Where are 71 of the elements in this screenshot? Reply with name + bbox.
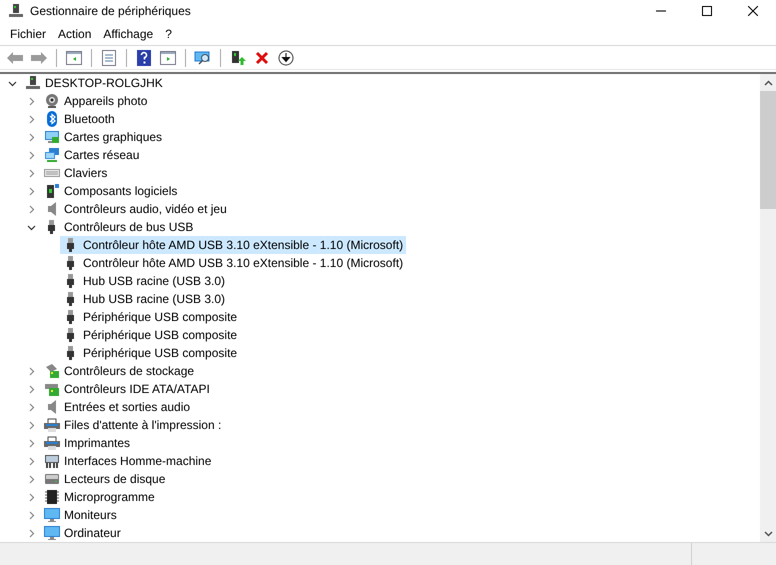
disk-drive-icon xyxy=(44,471,60,487)
tree-item[interactable]: Appareils photo xyxy=(41,92,150,110)
storage-controller-icon xyxy=(44,363,60,379)
close-icon xyxy=(748,6,758,16)
tree-item[interactable]: Périphérique USB composite xyxy=(60,326,240,344)
tree-item[interactable]: Imprimantes xyxy=(41,434,134,452)
webcam-icon xyxy=(44,93,60,109)
chevron-right-icon[interactable] xyxy=(26,474,36,484)
scroll-down-icon[interactable] xyxy=(764,530,772,536)
tree-item[interactable]: Périphérique USB composite xyxy=(60,308,240,326)
tree-item[interactable]: Hub USB racine (USB 3.0) xyxy=(60,272,228,290)
chevron-right-icon[interactable] xyxy=(26,150,36,160)
app-icon xyxy=(8,3,24,19)
scroll-up-icon[interactable] xyxy=(764,80,772,86)
tree-item[interactable]: Contrôleurs de bus USB xyxy=(41,218,196,236)
bluetooth-icon xyxy=(44,111,60,127)
chevron-right-icon[interactable] xyxy=(26,510,36,520)
tree-item[interactable]: Contrôleurs IDE ATA/ATAPI xyxy=(41,380,213,398)
chevron-right-icon[interactable] xyxy=(26,384,36,394)
chevron-right-icon[interactable] xyxy=(26,168,36,178)
tree-item[interactable]: Contrôleurs audio, vidéo et jeu xyxy=(41,200,230,218)
menu-item[interactable]: Action xyxy=(52,24,98,44)
menu-item[interactable]: Fichier xyxy=(4,24,52,44)
tree-item[interactable]: Moniteurs xyxy=(41,506,120,524)
chevron-right-icon[interactable] xyxy=(26,402,36,412)
tree-item[interactable]: Contrôleurs de stockage xyxy=(41,362,198,380)
chevron-right-icon[interactable] xyxy=(26,438,36,448)
menu-item[interactable]: Affichage xyxy=(97,24,160,44)
monitor-icon xyxy=(44,507,60,523)
tree-item[interactable]: Composants logiciels xyxy=(41,182,180,200)
tree-item[interactable]: Cartes réseau xyxy=(41,146,142,164)
chevron-right-icon[interactable] xyxy=(26,96,36,106)
maximize-icon xyxy=(702,6,712,16)
computer-icon xyxy=(25,75,41,91)
monitor-icon xyxy=(44,525,60,541)
tree-item[interactable]: Claviers xyxy=(41,164,110,182)
tree-item[interactable]: Entrées et sorties audio xyxy=(41,398,194,416)
tree-item[interactable]: DESKTOP-ROLGJHK xyxy=(22,74,166,92)
window-title: Gestionnaire de périphériques xyxy=(30,4,191,18)
tree-item[interactable]: Contrôleur hôte AMD USB 3.10 eXtensible - 1.10 (Microsoft) xyxy=(60,254,406,272)
tree-item[interactable]: Lecteurs de disque xyxy=(41,470,168,488)
tree-item[interactable]: Microprogramme xyxy=(41,488,158,506)
component-icon xyxy=(44,183,60,199)
chevron-right-icon[interactable] xyxy=(26,114,36,124)
tree-item[interactable]: Hub USB racine (USB 3.0) xyxy=(60,290,228,308)
chevron-right-icon[interactable] xyxy=(26,420,36,430)
display-adapter-icon xyxy=(44,129,60,145)
tree-item[interactable]: Cartes graphiques xyxy=(41,128,166,146)
printer-icon xyxy=(44,417,60,433)
chevron-down-icon[interactable] xyxy=(8,78,16,88)
chevron-right-icon[interactable] xyxy=(26,528,36,538)
tree-item[interactable]: Files d'attente à l'impression : xyxy=(41,416,224,434)
chevron-down-icon[interactable] xyxy=(26,222,36,232)
tree-item[interactable]: Contrôleur hôte AMD USB 3.10 eXtensible - 1.10 (Microsoft) xyxy=(60,236,406,254)
chip-icon xyxy=(44,489,60,505)
tree-item[interactable]: Ordinateur xyxy=(41,524,124,542)
network-icon xyxy=(44,147,60,163)
chevron-right-icon[interactable] xyxy=(26,366,36,376)
chevron-right-icon[interactable] xyxy=(26,204,36,214)
chevron-right-icon[interactable] xyxy=(26,132,36,142)
chevron-right-icon[interactable] xyxy=(26,186,36,196)
tree-item[interactable]: Interfaces Homme-machine xyxy=(41,452,214,470)
chevron-right-icon[interactable] xyxy=(26,456,36,466)
controller-card-icon xyxy=(44,381,60,397)
menu-item[interactable]: ? xyxy=(159,24,178,44)
chevron-right-icon[interactable] xyxy=(26,492,36,502)
printer-icon xyxy=(44,435,60,451)
scrollbar[interactable] xyxy=(760,74,776,542)
tree-item[interactable]: Bluetooth xyxy=(41,110,118,128)
keyboard-device-icon xyxy=(44,453,60,469)
tree-item[interactable]: Périphérique USB composite xyxy=(60,344,240,362)
